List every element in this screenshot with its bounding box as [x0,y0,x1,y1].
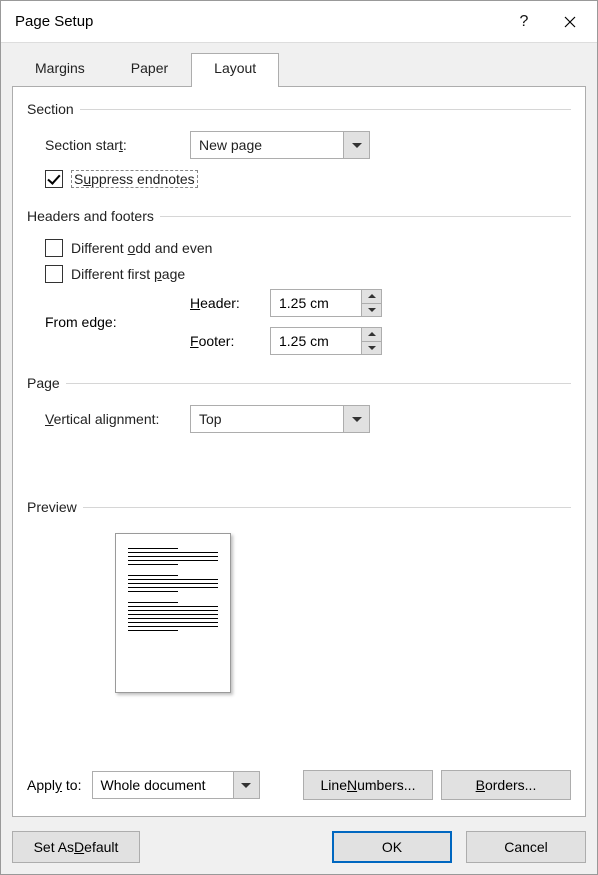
ok-button[interactable]: OK [332,831,452,863]
footer-edge-value: 1.25 cm [271,328,361,354]
chevron-up-icon [368,332,376,336]
footer-edge-row: Footer: 1.25 cm [190,327,382,355]
section-group-header: Section [27,101,571,117]
apply-to-dropdown-button[interactable] [233,772,259,798]
footer-spin-down[interactable] [362,341,381,355]
valign-label: Vertical alignment: [45,411,190,427]
apply-to-dropdown[interactable]: Whole document [92,771,260,799]
valign-value: Top [191,411,343,427]
suppress-endnotes-label: Suppress endnotes [71,170,198,188]
tabstrip: Margins Paper Layout [12,52,586,86]
header-edge-value: 1.25 cm [271,290,361,316]
diff-first-label: Different first page [71,266,185,282]
from-edge-block: From edge: Header: 1.25 cm Foo [45,289,571,355]
chevron-down-icon [241,783,251,788]
section-start-dropdown-button[interactable] [343,132,369,158]
page-preview-thumb [115,533,231,693]
set-default-button[interactable]: Set As Default [12,831,140,863]
diff-odd-even-row[interactable]: Different odd and even [45,239,571,257]
apply-to-label: Apply to: [27,777,82,793]
footer-edge-label: Footer: [190,333,270,349]
suppress-endnotes-row[interactable]: Suppress endnotes [45,170,571,188]
from-edge-label: From edge: [45,289,190,355]
chevron-down-icon [368,308,376,312]
valign-dropdown[interactable]: Top [190,405,370,433]
preview-group-header: Preview [27,499,571,515]
section-start-label: Section start: [45,137,190,153]
diff-odd-even-checkbox[interactable] [45,239,63,257]
headers-footers-group-label: Headers and footers [27,208,154,224]
close-button[interactable] [547,2,593,42]
header-edge-spinner[interactable]: 1.25 cm [270,289,382,317]
layout-panel: Section Section start: New page Suppress… [12,86,586,817]
dialog-footer: Set As Default OK Cancel [12,817,586,863]
header-spin-down[interactable] [362,303,381,317]
valign-row: Vertical alignment: Top [45,405,571,433]
section-start-dropdown[interactable]: New page [190,131,370,159]
preview-group-label: Preview [27,499,77,515]
help-button[interactable]: ? [501,2,547,42]
diff-odd-even-label: Different odd and even [71,240,212,256]
line-numbers-button[interactable]: Line Numbers... [303,770,433,800]
section-start-row: Section start: New page [45,131,571,159]
content-area: Margins Paper Layout Section Section sta… [1,43,597,874]
footer-spin-up[interactable] [362,328,381,341]
tab-margins[interactable]: Margins [12,53,108,87]
apply-to-value: Whole document [93,777,233,793]
preview-area [27,525,571,764]
diff-first-row[interactable]: Different first page [45,265,571,283]
valign-dropdown-button[interactable] [343,406,369,432]
page-setup-dialog: Page Setup ? Margins Paper Layout Sectio… [0,0,598,875]
page-group-label: Page [27,375,60,391]
header-edge-row: Header: 1.25 cm [190,289,382,317]
footer-edge-spinner[interactable]: 1.25 cm [270,327,382,355]
page-group-header: Page [27,375,571,391]
suppress-endnotes-checkbox[interactable] [45,170,63,188]
apply-row: Apply to: Whole document Line Numbers...… [27,770,571,800]
close-icon [564,16,576,28]
diff-first-checkbox[interactable] [45,265,63,283]
titlebar: Page Setup ? [1,1,597,43]
tab-paper[interactable]: Paper [108,53,191,87]
dialog-title: Page Setup [15,13,501,30]
chevron-down-icon [352,143,362,148]
header-edge-label: Header: [190,295,270,311]
chevron-down-icon [368,346,376,350]
headers-footers-group-header: Headers and footers [27,208,571,224]
section-group-label: Section [27,101,74,117]
borders-button[interactable]: Borders... [441,770,571,800]
tab-layout[interactable]: Layout [191,53,279,87]
header-spin-up[interactable] [362,290,381,303]
chevron-down-icon [352,417,362,422]
chevron-up-icon [368,294,376,298]
cancel-button[interactable]: Cancel [466,831,586,863]
section-start-value: New page [191,137,343,153]
